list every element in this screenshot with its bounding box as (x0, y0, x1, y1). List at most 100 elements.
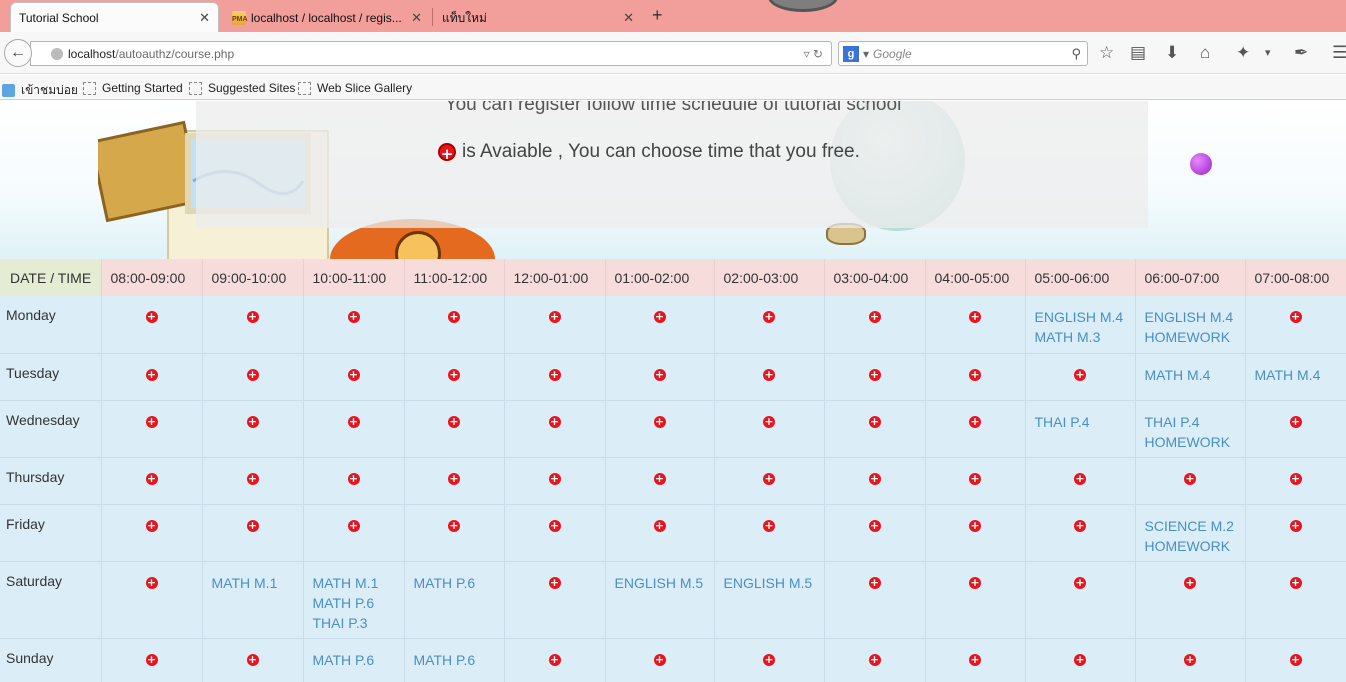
add-slot-icon[interactable]: + (548, 472, 561, 485)
available-slot[interactable]: + (1245, 638, 1346, 682)
url-bar[interactable]: localhost/autoauthz/course.php ▿ ↻ (30, 41, 832, 66)
add-slot-icon[interactable]: + (145, 311, 158, 323)
available-slot[interactable]: + (202, 457, 304, 505)
add-slot-icon[interactable]: + (246, 472, 259, 485)
add-slot-icon[interactable]: + (868, 415, 881, 428)
add-slot-icon[interactable]: + (763, 472, 775, 485)
add-slot-icon[interactable]: + (653, 415, 666, 428)
add-slot-icon[interactable]: + (145, 519, 158, 532)
add-slot-icon[interactable]: + (653, 653, 666, 666)
add-slot-icon[interactable]: + (347, 415, 360, 428)
add-slot-icon[interactable]: + (969, 415, 981, 428)
add-slot-icon[interactable]: + (448, 368, 460, 381)
available-slot[interactable]: + (714, 504, 825, 562)
available-slot[interactable]: + (1245, 296, 1346, 354)
available-slot[interactable]: + (404, 353, 505, 401)
tab-phpmyadmin[interactable]: PMA localhost / localhost / regis... ✕ (224, 4, 430, 32)
add-slot-icon[interactable]: + (448, 519, 460, 532)
add-slot-icon[interactable]: + (763, 368, 775, 381)
available-slot[interactable]: + (1245, 561, 1346, 639)
subject-link[interactable]: THAI P.4 (1035, 412, 1135, 432)
add-slot-icon[interactable]: + (653, 311, 666, 323)
available-slot[interactable]: + (202, 353, 304, 401)
subject-link[interactable]: SCIENCE M.2 (1145, 516, 1245, 536)
search-input[interactable]: g ▾ Google ⚲ (838, 41, 1088, 66)
add-slot-icon[interactable]: + (448, 311, 460, 323)
available-slot[interactable]: + (925, 457, 1026, 505)
add-slot-icon[interactable]: + (448, 415, 460, 428)
add-slot-icon[interactable]: + (548, 653, 561, 666)
add-slot-icon[interactable]: + (246, 311, 259, 323)
available-slot[interactable]: + (605, 400, 715, 458)
available-slot[interactable]: + (1025, 353, 1136, 401)
available-slot[interactable]: + (303, 400, 405, 458)
subject-link[interactable]: MATH P.6 (414, 573, 504, 593)
add-slot-icon[interactable]: + (1074, 519, 1086, 532)
available-slot[interactable]: + (202, 638, 304, 682)
add-slot-icon[interactable]: + (145, 415, 158, 428)
site-identity-icon[interactable] (51, 47, 63, 60)
add-slot-icon[interactable]: + (763, 519, 775, 532)
subject-link[interactable]: MATH P.6 (313, 650, 404, 670)
available-slot[interactable]: + (714, 400, 825, 458)
close-tab-icon[interactable]: ✕ (199, 10, 210, 26)
available-slot[interactable]: + (714, 457, 825, 505)
available-slot[interactable]: + (504, 296, 606, 354)
available-slot[interactable]: + (101, 400, 203, 458)
bookmark-most-visited[interactable]: เข้าชมบ่อย (2, 81, 78, 100)
available-slot[interactable]: + (925, 296, 1026, 354)
menu-icon[interactable]: ☰ (1332, 43, 1346, 63)
add-slot-icon[interactable]: + (347, 519, 360, 532)
available-slot[interactable]: + (101, 561, 203, 639)
google-g-icon[interactable]: g (843, 45, 859, 62)
close-tab-icon[interactable]: ✕ (411, 10, 422, 26)
available-slot[interactable]: + (824, 296, 926, 354)
add-slot-icon[interactable]: + (868, 311, 881, 323)
add-slot-icon[interactable]: + (246, 519, 259, 532)
available-slot[interactable]: + (101, 504, 203, 562)
home-icon[interactable]: ⌂ (1200, 43, 1210, 63)
subject-link[interactable]: HOMEWORK (1145, 432, 1245, 452)
available-slot[interactable]: + (925, 561, 1026, 639)
available-slot[interactable]: + (1135, 561, 1246, 639)
available-slot[interactable]: + (504, 504, 606, 562)
add-slot-icon[interactable]: + (1074, 653, 1086, 666)
available-slot[interactable]: + (504, 561, 606, 639)
available-slot[interactable]: + (1025, 504, 1136, 562)
add-slot-icon[interactable]: + (548, 415, 561, 428)
subject-link[interactable]: ENGLISH M.5 (724, 573, 824, 593)
search-icon[interactable]: ⚲ (1071, 46, 1081, 62)
reload-icon[interactable]: ▿ ↻ (804, 47, 823, 61)
available-slot[interactable]: + (925, 400, 1026, 458)
add-slot-icon[interactable]: + (868, 519, 881, 532)
available-slot[interactable]: + (605, 457, 715, 505)
available-slot[interactable]: + (504, 638, 606, 682)
add-slot-icon[interactable]: + (653, 368, 666, 381)
add-slot-icon[interactable]: + (1074, 472, 1086, 485)
download-icon[interactable]: ⬇ (1165, 43, 1179, 63)
add-slot-icon[interactable]: + (246, 653, 259, 666)
available-slot[interactable]: + (1135, 638, 1246, 682)
available-slot[interactable]: + (1245, 504, 1346, 562)
add-slot-icon[interactable]: + (246, 415, 259, 428)
subject-link[interactable]: HOMEWORK (1145, 536, 1245, 556)
available-slot[interactable]: + (504, 353, 606, 401)
subject-link[interactable]: MATH M.3 (1035, 327, 1135, 347)
chevron-down-icon[interactable]: ▾ (863, 47, 869, 61)
add-slot-icon[interactable]: + (548, 576, 561, 589)
available-slot[interactable]: + (1245, 400, 1346, 458)
add-slot-icon[interactable]: + (548, 311, 561, 323)
available-slot[interactable]: + (504, 400, 606, 458)
addon-icon[interactable]: ✦ (1236, 43, 1250, 63)
add-slot-icon[interactable]: + (347, 368, 360, 381)
available-slot[interactable]: + (824, 353, 926, 401)
available-slot[interactable]: + (101, 457, 203, 505)
add-slot-icon[interactable]: + (969, 368, 981, 381)
available-slot[interactable]: + (303, 457, 405, 505)
subject-link[interactable]: MATH M.4 (1255, 365, 1346, 385)
available-slot[interactable]: + (404, 400, 505, 458)
add-slot-icon[interactable]: + (653, 472, 666, 485)
add-slot-icon[interactable]: + (653, 519, 666, 532)
add-slot-icon[interactable]: + (1289, 576, 1302, 589)
subject-link[interactable]: ENGLISH M.4 (1035, 307, 1135, 327)
